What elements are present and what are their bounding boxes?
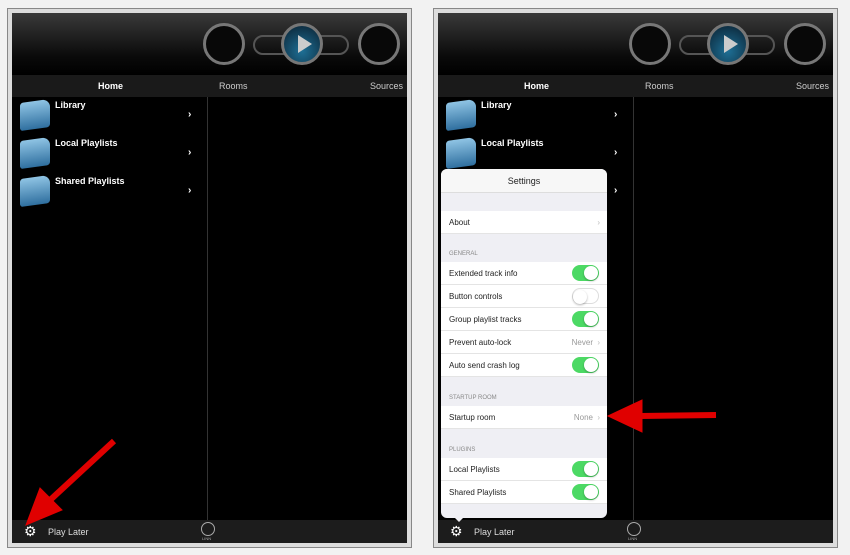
- annotation-arrow-right: [606, 399, 717, 433]
- annotation-overlay: [25, 399, 717, 526]
- annotation-arrow-left: [25, 438, 117, 526]
